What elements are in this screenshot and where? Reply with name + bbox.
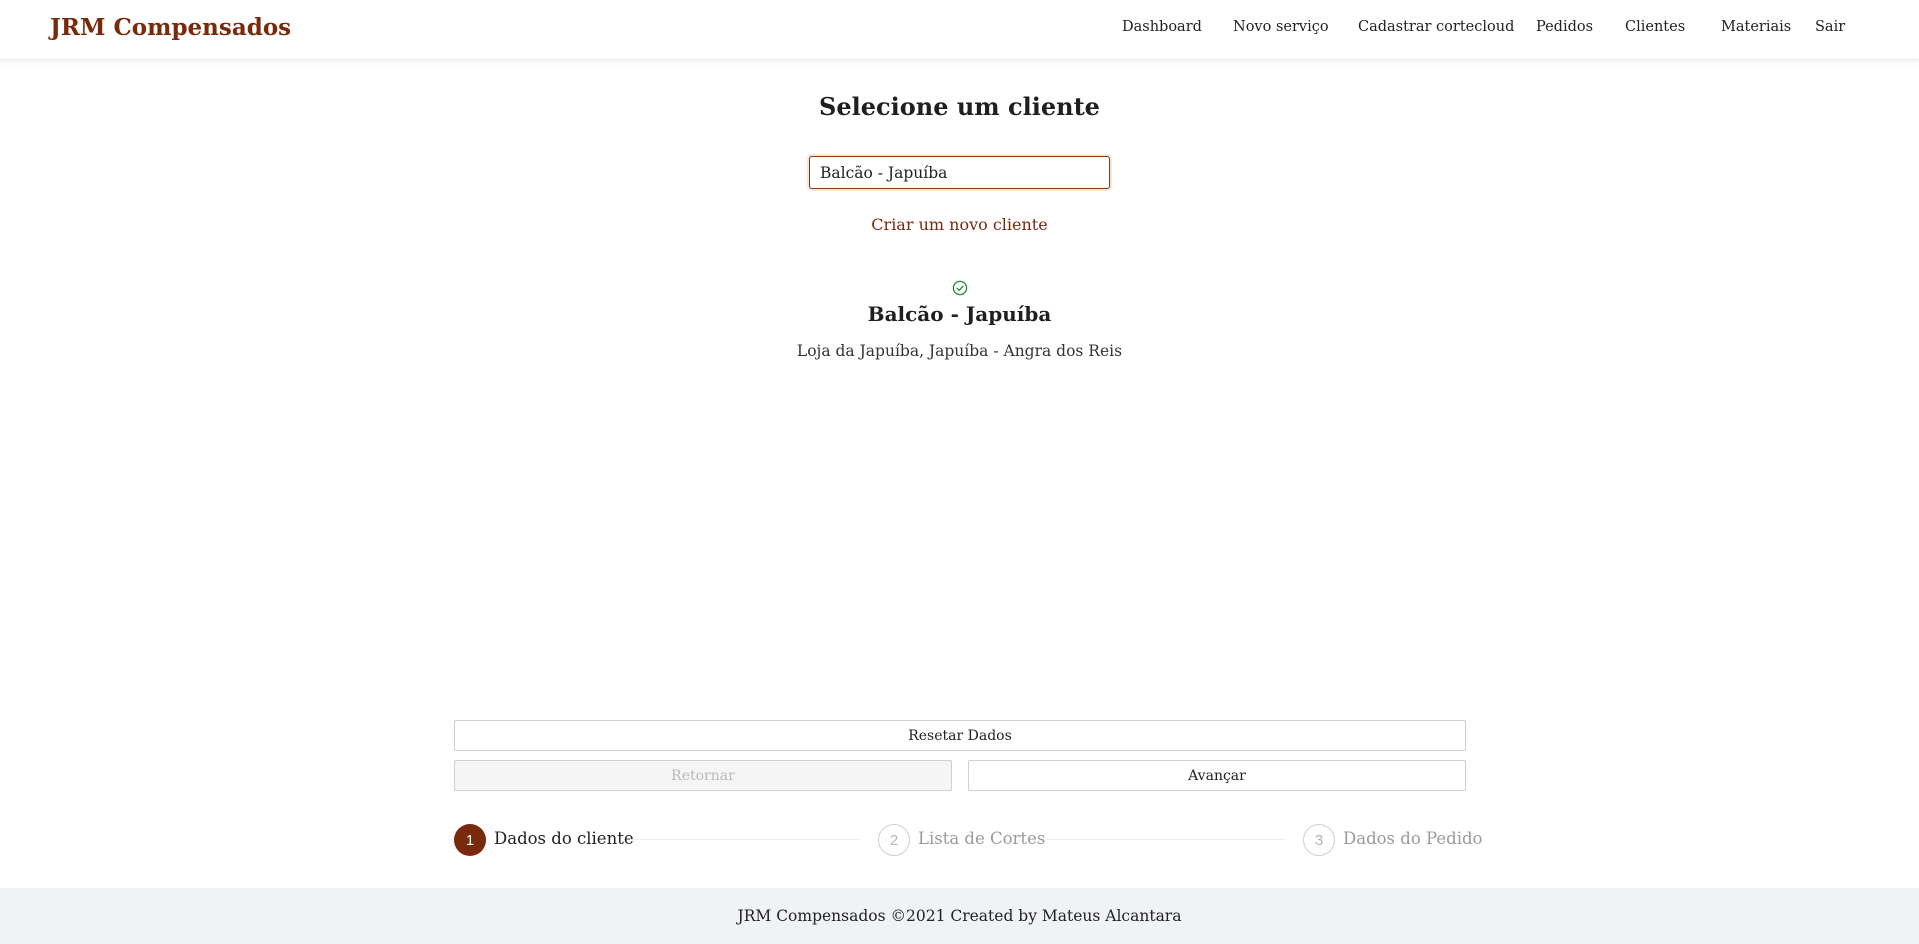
page-title: Selecione um cliente xyxy=(819,92,1100,121)
step-3-label: Dados do Pedido xyxy=(1343,829,1483,848)
step-2-label: Lista de Cortes xyxy=(918,829,1046,848)
back-button[interactable]: Retornar xyxy=(454,760,952,791)
next-button[interactable]: Avançar xyxy=(968,760,1466,791)
brand-logo[interactable]: JRM Compensados xyxy=(50,14,291,41)
selected-client-address: Loja da Japuíba, Japuíba - Angra dos Rei… xyxy=(796,342,1123,360)
step-3-indicator: 3 xyxy=(1303,824,1335,856)
nav-item-materiais[interactable]: Materiais xyxy=(1721,19,1791,35)
step-1-label: Dados do cliente xyxy=(494,829,634,848)
footer: JRM Compensados ©2021 Created by Mateus … xyxy=(0,888,1919,944)
nav-item-cadastrar-cortecloud[interactable]: Cadastrar cortecloud xyxy=(1358,19,1514,35)
step-connector xyxy=(630,839,860,840)
nav-item-dashboard[interactable]: Dashboard xyxy=(1122,19,1202,35)
reset-data-button[interactable]: Resetar Dados xyxy=(454,720,1466,751)
nav-item-clientes[interactable]: Clientes xyxy=(1625,19,1685,35)
step-2-indicator: 2 xyxy=(878,824,910,856)
top-navbar: JRM Compensados Dashboard Novo serviço C… xyxy=(0,0,1919,60)
footer-text: JRM Compensados ©2021 Created by Mateus … xyxy=(737,907,1182,925)
step-connector xyxy=(1045,839,1285,840)
client-search-input[interactable] xyxy=(809,156,1110,189)
check-circle-icon xyxy=(952,280,968,296)
selected-client-name: Balcão - Japuíba xyxy=(867,302,1052,326)
nav-item-novo-servico[interactable]: Novo serviço xyxy=(1233,19,1329,35)
step-1-indicator: 1 xyxy=(454,824,486,856)
create-client-link[interactable]: Criar um novo cliente xyxy=(0,215,1919,234)
nav-item-sair[interactable]: Sair xyxy=(1815,19,1845,35)
nav-item-pedidos[interactable]: Pedidos xyxy=(1536,19,1593,35)
